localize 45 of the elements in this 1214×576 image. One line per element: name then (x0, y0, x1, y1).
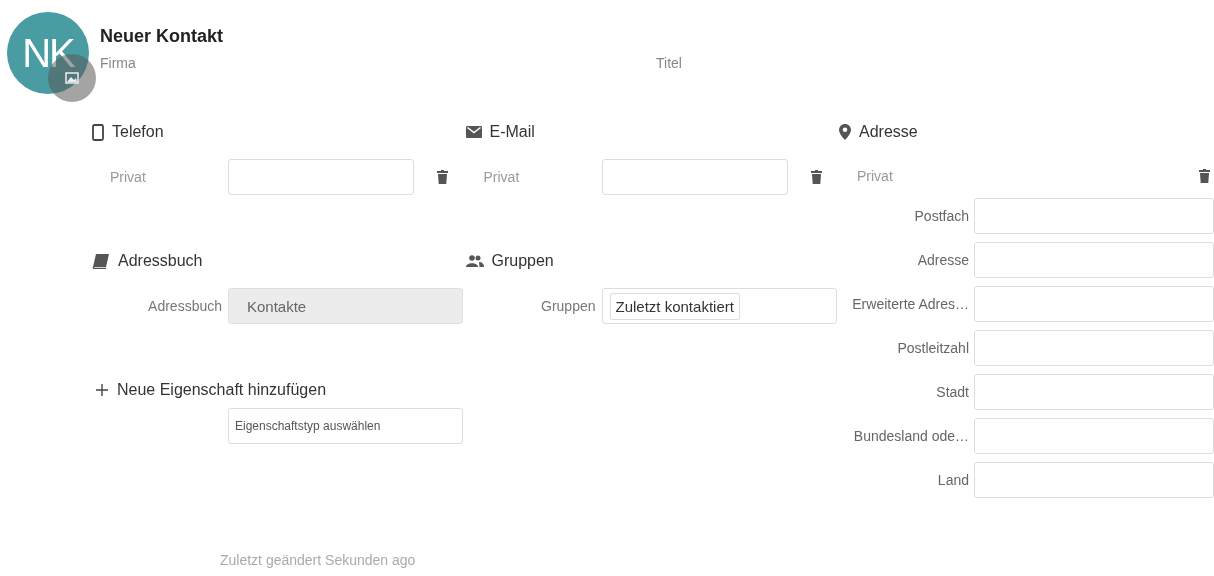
add-property-button[interactable]: Neue Eigenschaft hinzufügen (96, 380, 327, 400)
address-field[interactable] (974, 198, 1214, 234)
delete-icon[interactable] (1199, 169, 1210, 183)
field-label: Land (936, 472, 969, 488)
group-tag[interactable]: Zuletzt kontaktiert (609, 292, 740, 320)
company-field[interactable]: Firma (100, 55, 656, 71)
address-field[interactable] (974, 374, 1214, 410)
section-heading: Adressbuch (118, 252, 203, 270)
section-heading: E-Mail (489, 123, 535, 141)
field-label: Privat (856, 168, 894, 184)
field-label: Privat (109, 169, 147, 185)
address-field[interactable] (974, 330, 1214, 366)
address-field[interactable] (974, 418, 1214, 454)
contact-name: Neuer Kontakt (100, 26, 225, 47)
field-label: Stadt (935, 384, 969, 400)
delete-icon[interactable] (810, 170, 822, 184)
avatar: NK (7, 12, 89, 94)
section-heading: Adresse (859, 123, 918, 141)
delete-icon[interactable] (437, 170, 448, 184)
phone-field[interactable] (228, 159, 414, 195)
section-heading: Telefon (112, 123, 164, 141)
people-icon (465, 255, 484, 267)
job-title-field[interactable]: Titel (656, 55, 956, 71)
field-label: Postleitzahl (896, 340, 969, 356)
image-icon (65, 72, 79, 84)
field-label: Bundesland ode… (852, 428, 969, 444)
field-label: Privat (482, 169, 521, 185)
phone-icon (92, 123, 104, 141)
address-field[interactable] (974, 286, 1214, 322)
field-label: Adressbuch (147, 298, 222, 314)
section-heading: Gruppen (491, 252, 554, 270)
groups-field[interactable]: Zuletzt kontaktiert (601, 288, 837, 324)
field-label: Adresse (916, 252, 969, 268)
field-label: Erweiterte Adres… (851, 296, 969, 312)
field-label: Gruppen (540, 298, 596, 314)
address-field[interactable] (974, 242, 1214, 278)
email-field[interactable] (601, 159, 788, 195)
envelope-icon (465, 126, 482, 138)
address-field[interactable] (974, 462, 1214, 498)
last-modified-text: Zuletzt geändert Sekunden ago (220, 552, 416, 568)
field-label: Postfach (913, 208, 969, 224)
book-icon (92, 253, 110, 269)
property-type-select[interactable]: Eigenschaftstyp auswählen (228, 408, 463, 444)
location-pin-icon (839, 124, 851, 140)
plus-icon (96, 384, 108, 396)
